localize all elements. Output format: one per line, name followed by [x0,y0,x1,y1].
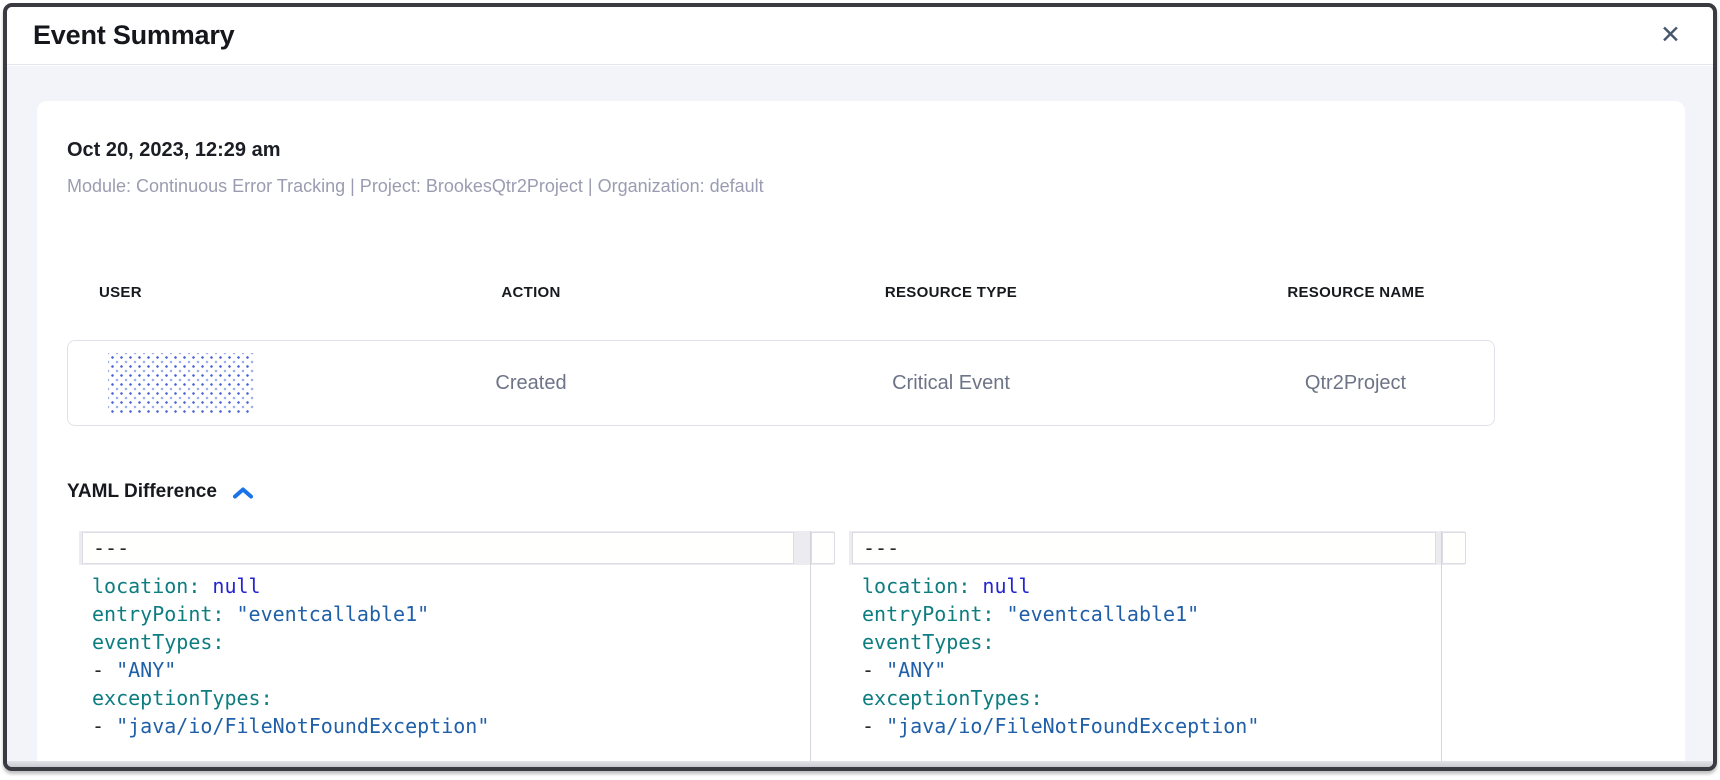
column-header-user: USER [67,284,377,302]
action-cell: Created [377,372,685,395]
close-icon[interactable]: ✕ [1654,19,1687,52]
event-meta: Module: Continuous Error Tracking | Proj… [67,175,1655,197]
page-title: Event Summary [33,20,234,51]
yaml-editor-before[interactable]: --- location: nullentryPoint: "eventcall… [79,531,810,767]
column-header-resource-name: RESOURCE NAME [1217,284,1495,302]
editor-right-border [1441,531,1442,767]
first-line-box: --- [852,532,1436,564]
chevron-up-icon[interactable] [230,483,256,503]
yaml-code-after[interactable]: location: nullentryPoint: "eventcallable… [849,565,1466,740]
editor-right-border [810,531,811,767]
user-cell [68,353,377,414]
column-header-action: ACTION [377,284,685,302]
yaml-difference-label: YAML Difference [67,480,217,504]
modal-body: Oct 20, 2023, 12:29 am Module: Continuou… [7,66,1713,767]
yaml-diff-view: --- location: nullentryPoint: "eventcall… [79,531,1469,767]
event-summary-modal: Event Summary ✕ Oct 20, 2023, 12:29 am M… [3,3,1717,771]
redacted-user-avatar [108,353,255,414]
modal-header: Event Summary ✕ [7,7,1713,65]
first-line-strip: --- [849,531,1465,565]
resource-type-cell: Critical Event [685,372,1217,395]
editor-scrollbar-thumb[interactable] [1442,532,1466,564]
yaml-editor-after[interactable]: --- location: nullentryPoint: "eventcall… [849,531,1466,767]
first-line-box: --- [82,532,794,564]
column-header-resource-type: RESOURCE TYPE [685,284,1217,302]
first-line-strip: --- [79,531,834,565]
event-timestamp: Oct 20, 2023, 12:29 am [67,138,1655,162]
modal-bottom-cut-edge [7,761,1713,767]
yaml-difference-toggle[interactable]: YAML Difference [67,480,337,504]
event-card: Oct 20, 2023, 12:29 am Module: Continuou… [37,101,1685,767]
table-row: Created Critical Event Qtr2Project [67,340,1495,426]
yaml-code-before[interactable]: location: nullentryPoint: "eventcallable… [79,565,810,740]
resource-name-cell: Qtr2Project [1217,372,1494,395]
editor-scrollbar-thumb[interactable] [811,532,835,564]
table-header-row: USER ACTION RESOURCE TYPE RESOURCE NAME [67,284,1495,302]
